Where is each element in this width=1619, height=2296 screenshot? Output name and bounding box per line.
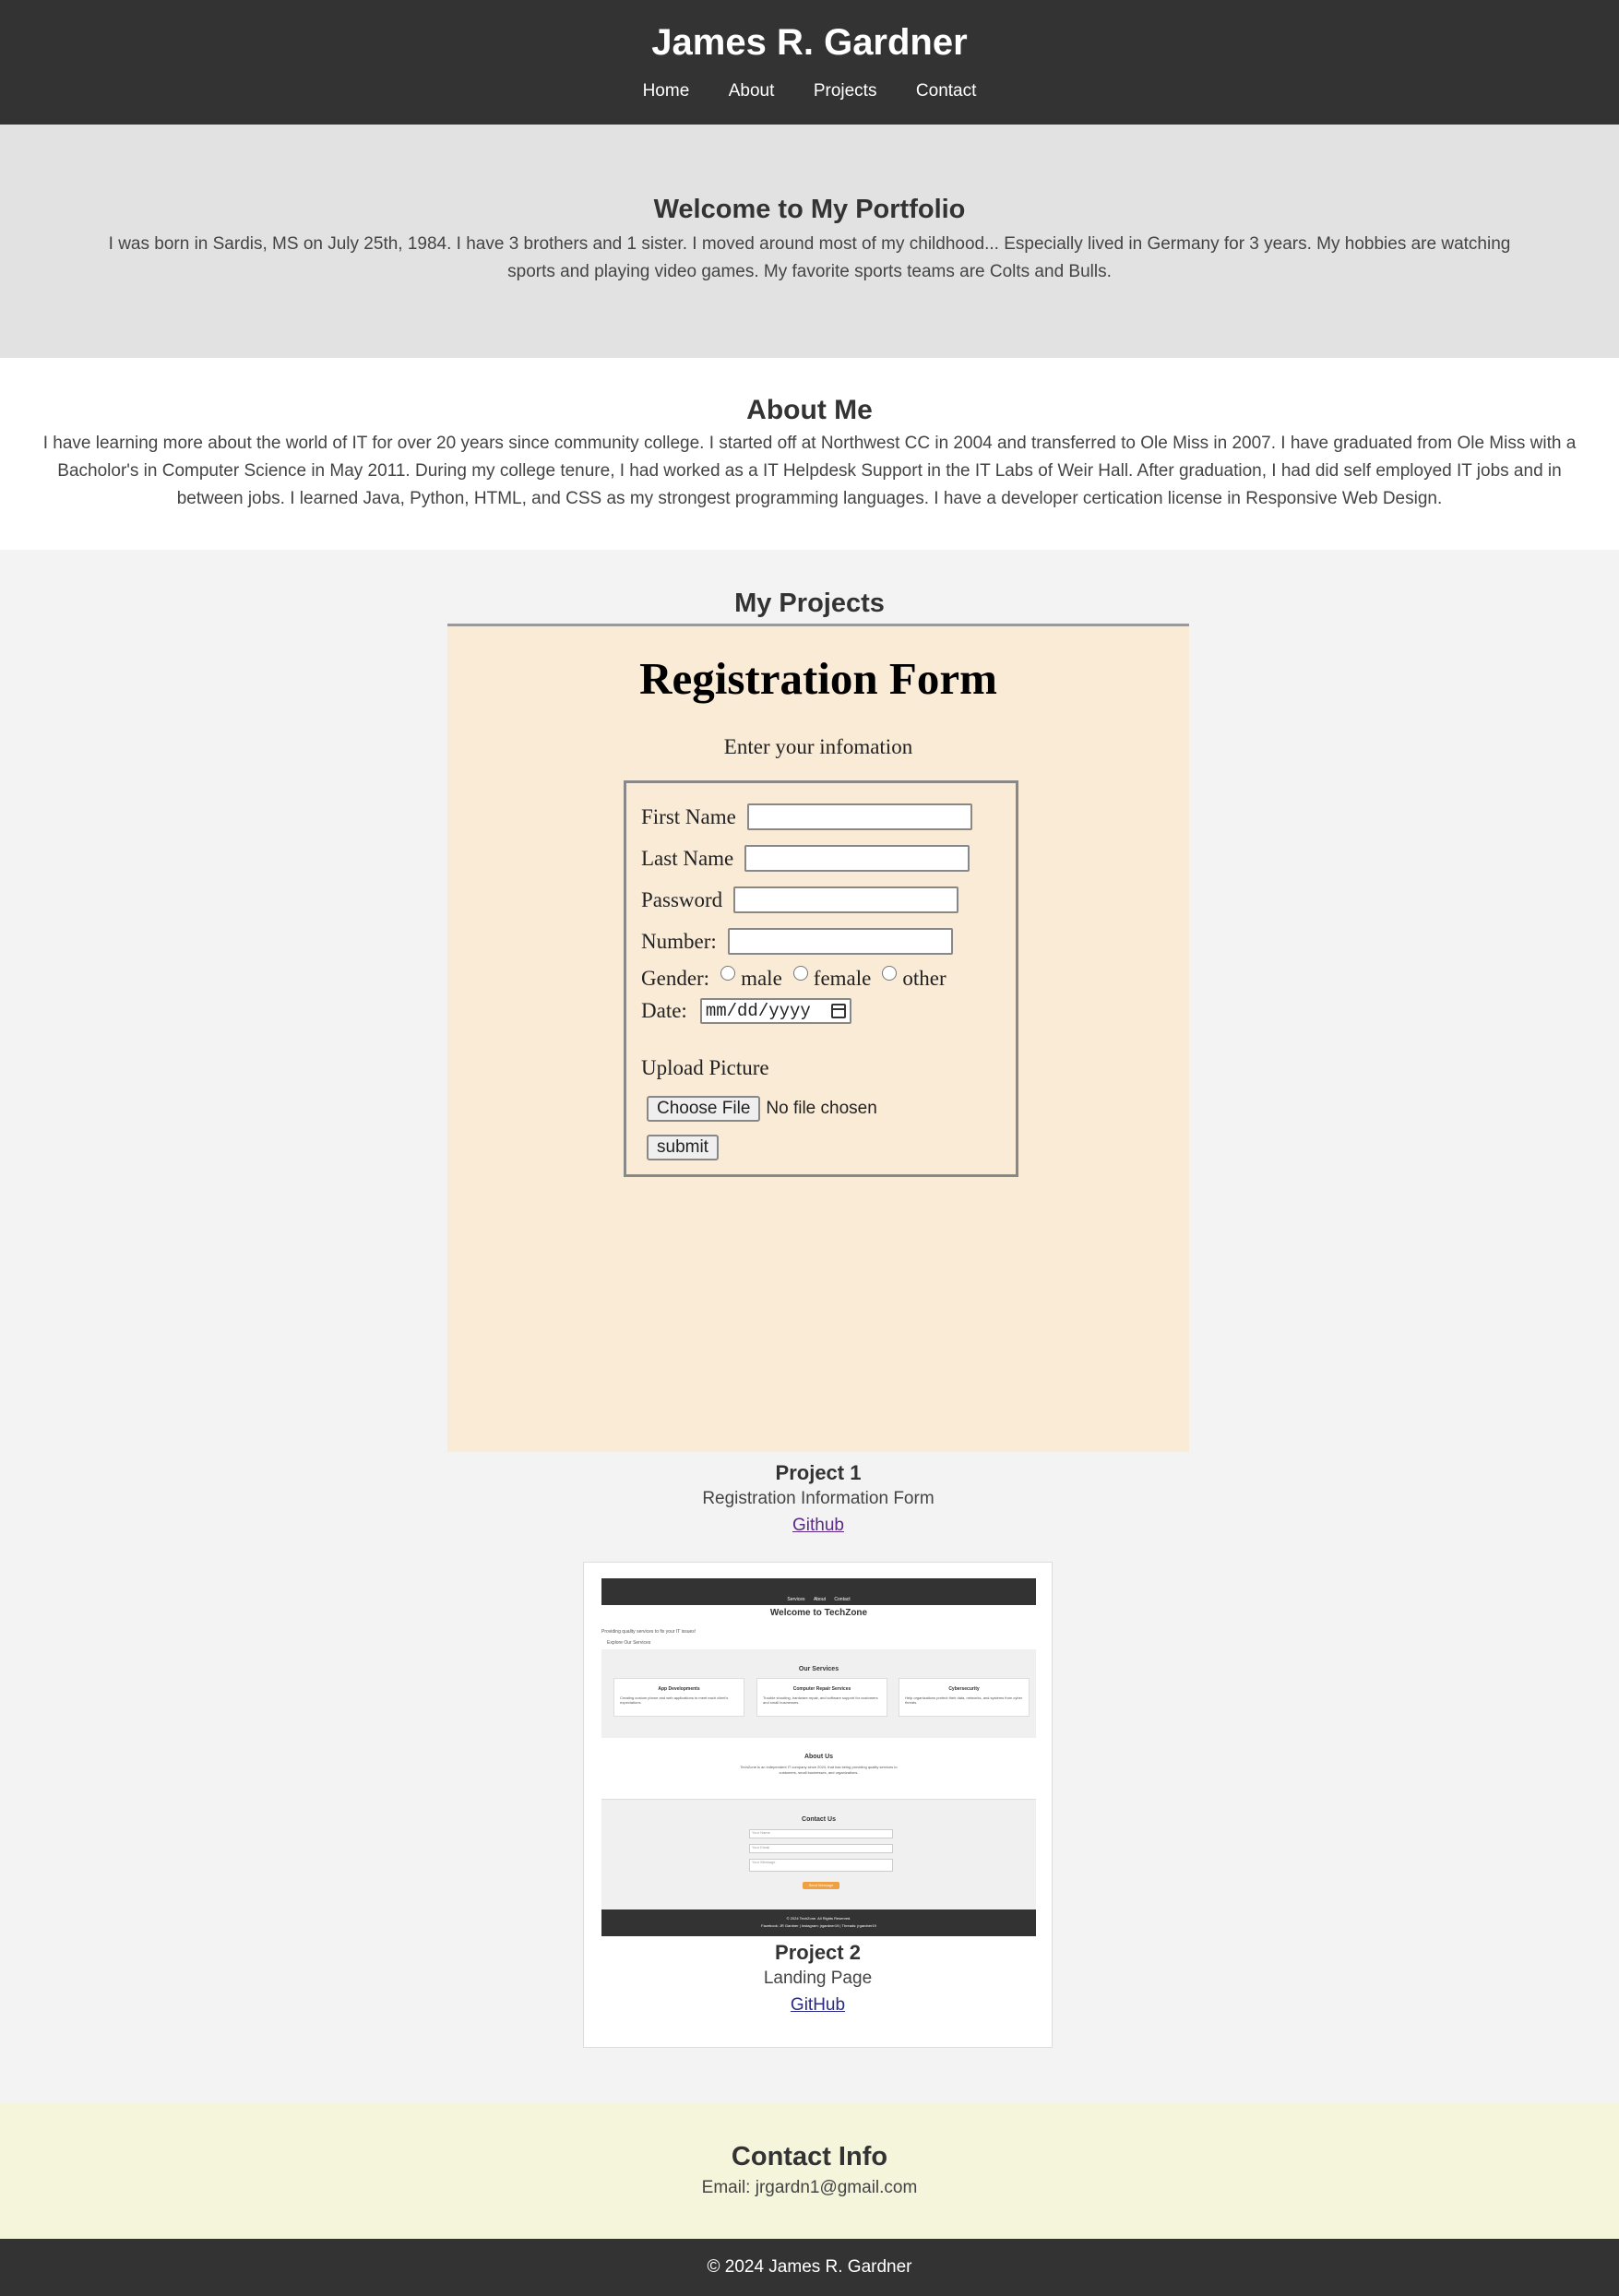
- hero-section: Welcome to My Portfolio I was born in Sa…: [0, 125, 1619, 358]
- mini-contact: Contact Us Your Name Your Email Your Mes…: [601, 1799, 1036, 1909]
- mini-card-title: App Developments: [658, 1686, 700, 1692]
- mini-send-button: Send Message: [803, 1882, 839, 1889]
- submit-button: submit: [647, 1135, 719, 1160]
- last-name-row: Last Name: [641, 838, 1001, 879]
- number-field: [727, 928, 953, 955]
- first-name-label: First Name: [641, 804, 736, 828]
- projects-title: My Projects: [734, 589, 885, 618]
- radio-female: [792, 966, 808, 981]
- about-title: About Me: [746, 395, 873, 425]
- about-section: About Me I have learning more about the …: [0, 358, 1619, 550]
- contact-title: Contact Info: [731, 2142, 888, 2171]
- upload-label: Upload Picture: [641, 1056, 769, 1079]
- registration-form-title: Registration Form: [639, 653, 997, 704]
- main-nav: Home About Projects Contact: [0, 81, 1619, 101]
- mini-card-title: Cybersecurity: [948, 1686, 980, 1692]
- project-1-description: Registration Information Form: [702, 1489, 934, 1508]
- project-1-github-link[interactable]: Github: [792, 1516, 844, 1535]
- registration-form-subtitle: Enter your infomation: [723, 735, 913, 758]
- date-field: mm/dd/yyyy: [699, 998, 851, 1024]
- radio-other-label: other: [902, 967, 946, 990]
- project-2-card: Services About Contact Welcome to TechZo…: [583, 1562, 1053, 2048]
- mini-card: App Developments Creating custom phone a…: [613, 1678, 744, 1717]
- mini-header: Services About Contact: [601, 1578, 1036, 1605]
- mini-about-title: About Us: [804, 1754, 834, 1760]
- radio-male-label: male: [741, 967, 782, 990]
- registration-form-box: First Name Last Name Password Number: Ge…: [624, 780, 1018, 1177]
- no-file-text: No file chosen: [766, 1099, 877, 1118]
- date-row: Date: mm/dd/yyyy: [641, 995, 1001, 1027]
- mini-card-text: Creating custom phone and web applicatio…: [620, 1695, 729, 1705]
- nav-projects[interactable]: Projects: [814, 81, 877, 101]
- project-1-caption: Project 1 Registration Information Form …: [447, 1452, 1189, 1539]
- date-label: Date:: [641, 999, 687, 1022]
- mini-title: Welcome to TechZone: [769, 1608, 868, 1618]
- mini-card-text: Help organizations protect their data, n…: [905, 1695, 1023, 1705]
- mini-email-field: Your Email: [749, 1844, 893, 1853]
- mini-name-field: Your Name: [749, 1829, 893, 1838]
- first-name-row: First Name: [641, 796, 1001, 838]
- mini-footer-copy: © 2024 TechZone. All Rights Reserved.: [786, 1916, 851, 1921]
- nav-contact[interactable]: Contact: [916, 81, 976, 101]
- number-row: Number:: [641, 921, 1001, 962]
- mini-about-text: TechZone is an independent IT company si…: [740, 1765, 898, 1775]
- submit-row: submit: [641, 1130, 1001, 1160]
- project-2-caption: Project 2 Landing Page GitHub: [584, 1941, 1052, 2018]
- project-2-github-link[interactable]: GitHub: [791, 1995, 845, 2015]
- last-name-field: [744, 845, 970, 872]
- mini-nav: Services About Contact: [601, 1597, 1036, 1602]
- projects-section: My Projects Registration Form Enter your…: [0, 550, 1619, 2103]
- number-label: Number:: [641, 929, 717, 953]
- project-1-title: Project 1: [775, 1461, 862, 1484]
- mini-card: Computer Repair Services Trouble shootin…: [756, 1678, 887, 1717]
- mini-contact-title: Contact Us: [802, 1816, 836, 1823]
- contact-section: Contact Info Email: jrgardn1@gmail.com: [0, 2103, 1619, 2239]
- choose-file-button: Choose File: [647, 1096, 761, 1122]
- site-header: James R. Gardner Home About Projects Con…: [0, 0, 1619, 125]
- password-field: [733, 886, 959, 913]
- radio-male: [720, 966, 736, 981]
- project-2-description: Landing Page: [763, 1969, 873, 1988]
- mini-nav-contact: Contact: [834, 1597, 851, 1602]
- mini-message-field: Your Message: [749, 1859, 893, 1872]
- hero-text: I was born in Sardis, MS on July 25th, 1…: [108, 234, 1511, 281]
- first-name-field: [746, 803, 972, 830]
- calendar-icon: [830, 1004, 846, 1018]
- upload-row: Upload Picture: [641, 1027, 1001, 1088]
- project-1-card: Registration Form Enter your infomation …: [447, 624, 1189, 1539]
- password-row: Password: [641, 879, 1001, 921]
- gender-row: Gender: male female other: [641, 962, 1001, 995]
- last-name-label: Last Name: [641, 846, 734, 870]
- file-row: Choose File No file chosen: [641, 1088, 1001, 1130]
- mini-card-title: Computer Repair Services: [792, 1686, 851, 1692]
- mini-explore: Explore Our Services: [607, 1640, 651, 1646]
- radio-female-label: female: [813, 967, 872, 990]
- mini-nav-services: Services: [787, 1597, 805, 1602]
- hero-title: Welcome to My Portfolio: [653, 195, 966, 224]
- mini-footer: © 2024 TechZone. All Rights Reserved. Fa…: [601, 1909, 1036, 1936]
- project-1-screenshot: Registration Form Enter your infomation …: [447, 624, 1189, 1452]
- radio-other: [882, 966, 898, 981]
- mini-card-text: Trouble shooting, hardware repair, and s…: [763, 1695, 878, 1705]
- mini-services: Our Services App Developments Creating c…: [601, 1649, 1036, 1738]
- mini-card: Cybersecurity Help organizations protect…: [899, 1678, 1030, 1717]
- site-footer: © 2024 James R. Gardner: [0, 2239, 1619, 2296]
- nav-home[interactable]: Home: [643, 81, 690, 101]
- mini-footer-links: Facebook: JR Gardner | Instagram: jrgard…: [761, 1923, 876, 1928]
- date-placeholder: mm/dd/yyyy: [705, 1001, 811, 1021]
- site-title: James R. Gardner: [651, 22, 968, 63]
- nav-about[interactable]: About: [729, 81, 775, 101]
- project-2-title: Project 2: [775, 1941, 861, 1964]
- about-text: I have learning more about the world of …: [42, 434, 1577, 508]
- mini-services-title: Our Services: [798, 1666, 839, 1672]
- gender-label: Gender:: [641, 967, 710, 990]
- contact-email: Email: jrgardn1@gmail.com: [701, 2178, 918, 2197]
- mini-nav-about: About: [813, 1597, 827, 1602]
- mini-tagline: Providing quality services to fix your I…: [601, 1629, 696, 1635]
- password-label: Password: [641, 887, 723, 911]
- project-2-screenshot: Services About Contact Welcome to TechZo…: [601, 1578, 1036, 1936]
